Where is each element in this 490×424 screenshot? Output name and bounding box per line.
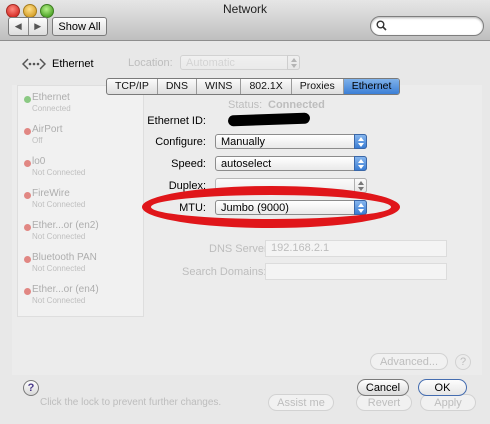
location-value: Automatic: [186, 57, 235, 69]
tab-ethernet[interactable]: Ethernet: [343, 79, 400, 94]
service-status: Not Connected: [32, 264, 86, 273]
service-name: lo0: [32, 156, 46, 167]
status-dot-icon: [24, 256, 31, 263]
service-status: Not Connected: [32, 200, 86, 209]
status-dot-icon: [24, 160, 31, 167]
popup-arrows-icon: [354, 156, 367, 171]
service-status: Off: [32, 136, 43, 145]
annotation-highlight-ring: [142, 186, 400, 228]
service-list: Ethernet Connected AirPort Off lo0 Not Connec…: [17, 85, 144, 317]
advanced-button: Advanced...: [370, 353, 448, 370]
window-title: Network: [222, 2, 267, 16]
tab-dns[interactable]: DNS: [158, 79, 198, 94]
service-name: Bluetooth PAN: [32, 252, 97, 263]
location-popup: Automatic: [180, 55, 300, 70]
assist-me-button: Assist me: [268, 394, 334, 411]
service-list-item: Ether...or (en4) Not Connected: [18, 280, 143, 325]
service-name: Ether...or (en2): [32, 220, 99, 231]
configure-popup[interactable]: Manually: [215, 134, 367, 149]
location-label: Location:: [128, 57, 173, 69]
show-all-button[interactable]: Show All: [52, 17, 107, 36]
service-status: Not Connected: [32, 296, 86, 305]
service-name: AirPort: [32, 124, 63, 135]
tab-bar: TCP/IP DNS WINS 802.1X Proxies Ethernet: [106, 78, 401, 95]
status-dot-icon: [24, 96, 31, 103]
window-titlebar: Network ◀ ▶ Show All: [0, 0, 490, 41]
search-domains-label: Search Domains:: [182, 266, 267, 278]
lock-text: Click the lock to prevent further change…: [40, 397, 222, 408]
help-button[interactable]: ?: [23, 380, 39, 396]
status-dot-icon: [24, 288, 31, 295]
speed-label: Speed:: [171, 158, 206, 170]
service-name: Ether...or (en4): [32, 284, 99, 295]
status-dot-icon: [24, 224, 31, 231]
search-field[interactable]: [370, 16, 484, 36]
service-status: Not Connected: [32, 168, 86, 177]
apply-button: Apply: [420, 394, 476, 411]
ethernet-icon: [21, 56, 47, 75]
service-status: Not Connected: [32, 232, 86, 241]
dns-server-value: 192.168.2.1: [271, 242, 330, 254]
dns-server-field: 192.168.2.1: [265, 240, 447, 257]
cancel-button[interactable]: Cancel: [357, 379, 409, 396]
dns-server-label: DNS Server:: [209, 243, 271, 255]
sheet-title: Ethernet: [52, 58, 94, 70]
ok-button[interactable]: OK: [418, 379, 467, 396]
status-dot-icon: [24, 128, 31, 135]
status-value: Connected: [268, 99, 325, 111]
service-status: Connected: [32, 104, 71, 113]
ethernet-id-label: Ethernet ID:: [147, 115, 206, 127]
back-icon[interactable]: ◀: [9, 18, 29, 35]
speed-popup[interactable]: autoselect: [215, 156, 367, 171]
forward-icon[interactable]: ▶: [29, 18, 48, 35]
tab-proxies[interactable]: Proxies: [292, 79, 344, 94]
search-icon: [376, 20, 387, 31]
service-name: Ethernet: [32, 92, 70, 103]
speed-value: autoselect: [221, 158, 272, 170]
revert-button: Revert: [356, 394, 412, 411]
tab-wins[interactable]: WINS: [197, 79, 242, 94]
status-label: Status:: [228, 99, 263, 111]
tab-tcpip[interactable]: TCP/IP: [107, 79, 158, 94]
back-forward-control[interactable]: ◀ ▶: [8, 17, 48, 36]
popup-arrows-icon: [354, 134, 367, 149]
configure-label: Configure:: [155, 136, 206, 148]
service-name: FireWire: [32, 188, 70, 199]
status-dot-icon: [24, 192, 31, 199]
help-icon-background: ?: [455, 354, 471, 370]
configure-value: Manually: [221, 136, 266, 148]
search-domains-field: [265, 263, 447, 280]
tab-8021x[interactable]: 802.1X: [241, 79, 292, 94]
